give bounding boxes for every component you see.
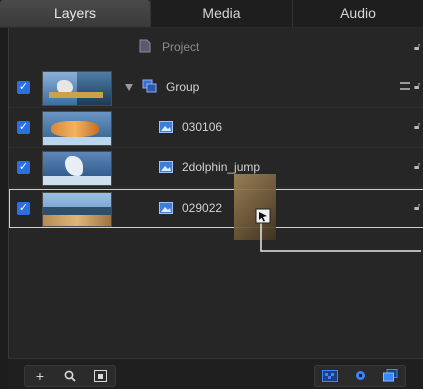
- group-icon: [142, 79, 157, 93]
- visibility-checkbox[interactable]: ✓: [17, 121, 30, 134]
- lock-icon[interactable]: 🔓︎: [414, 81, 422, 92]
- lock-icon[interactable]: 🔓︎: [414, 121, 422, 132]
- frame-icon: [93, 370, 107, 382]
- lock-icon[interactable]: 🔓︎: [414, 42, 422, 53]
- layer-thumbnail: [42, 71, 112, 106]
- isolate-button[interactable]: [85, 366, 115, 386]
- layers-stack-icon: [382, 369, 397, 382]
- layer-name: Group: [166, 80, 200, 94]
- document-icon: [139, 39, 151, 53]
- visibility-checkbox[interactable]: ✓: [17, 161, 30, 174]
- search-icon: [64, 370, 76, 382]
- layers-stack-button[interactable]: [375, 366, 405, 386]
- layer-thumbnail: [42, 111, 112, 146]
- drag-cursor-icon: [255, 208, 271, 224]
- layer-row-2dolphin-jump[interactable]: ✓ 2dolphin_jump 🔓︎: [9, 148, 423, 188]
- tab-media[interactable]: Media: [150, 0, 292, 27]
- tab-layers[interactable]: Layers: [0, 0, 150, 27]
- image-layer-icon: [159, 161, 173, 173]
- layer-name: 2dolphin_jump: [182, 160, 261, 174]
- layer-row-030106[interactable]: ✓ 030106 🔓︎: [9, 108, 423, 148]
- gear-icon: [355, 371, 365, 380]
- checkerboard-icon: [322, 370, 338, 382]
- right-button-group: [314, 365, 406, 387]
- checkerboard-button[interactable]: [315, 366, 345, 386]
- left-button-group: +: [24, 365, 116, 387]
- tab-audio[interactable]: Audio: [292, 0, 423, 27]
- settings-button[interactable]: [345, 366, 375, 386]
- lock-icon[interactable]: 🔓︎: [414, 161, 422, 172]
- project-label: Project: [162, 40, 200, 54]
- project-row[interactable]: Project 🔓︎: [9, 28, 423, 68]
- drag-insertion-line: [260, 213, 421, 252]
- layers-list: Project 🔓︎ ✓ Group 🔓︎ ✓ 030106 🔓︎ ✓ 2dol…: [8, 28, 423, 358]
- layer-thumbnail: [42, 151, 112, 186]
- bottom-toolbar: +: [8, 358, 423, 389]
- tab-bar: Layers Media Audio: [0, 0, 423, 28]
- layer-row-group[interactable]: ✓ Group 🔓︎: [9, 68, 423, 108]
- search-button[interactable]: [55, 366, 85, 386]
- visibility-checkbox[interactable]: ✓: [17, 81, 30, 94]
- blend-mode-icon[interactable]: [400, 82, 410, 90]
- layer-name: 030106: [182, 120, 223, 134]
- disclosure-triangle-icon[interactable]: [125, 84, 133, 91]
- add-button[interactable]: +: [25, 366, 55, 386]
- image-layer-icon: [159, 121, 173, 133]
